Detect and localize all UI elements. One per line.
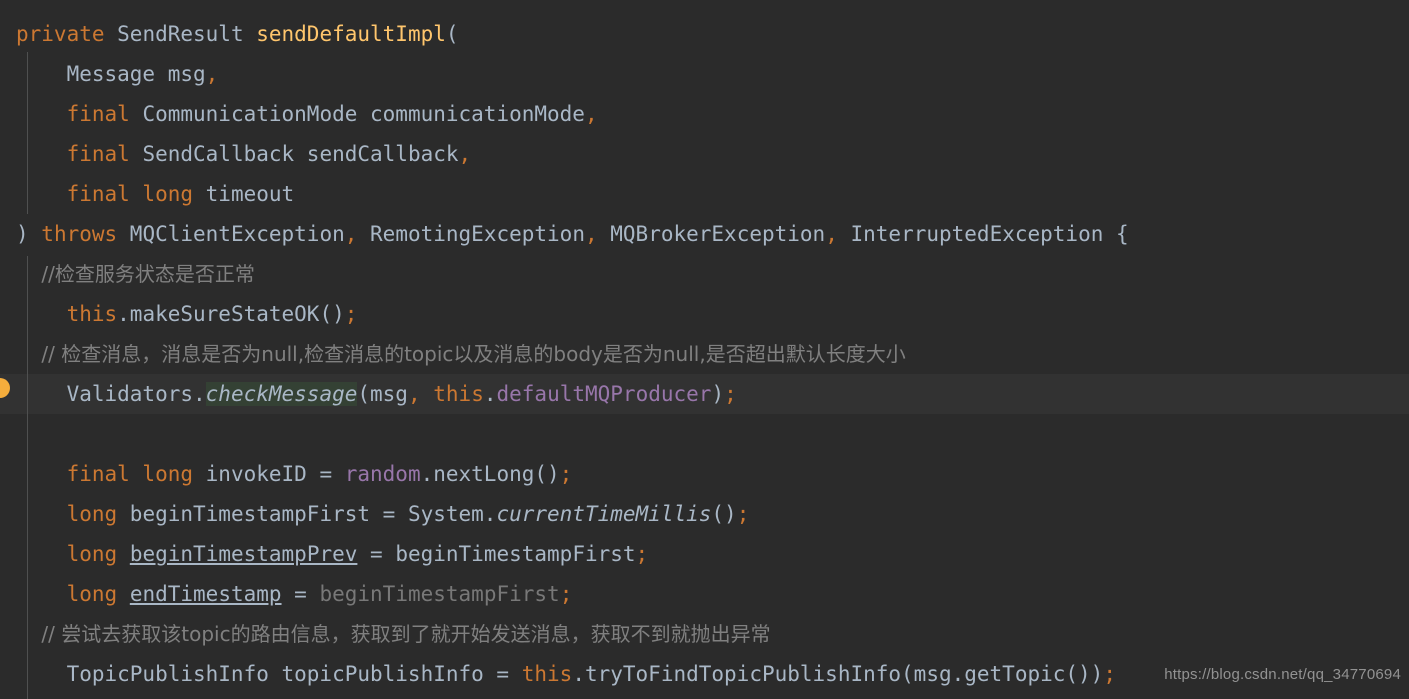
- code-token: .: [483, 382, 497, 406]
- code-token: long: [66, 582, 118, 606]
- code-token: (): [711, 502, 737, 526]
- code-line[interactable]: final long timeout: [0, 174, 1409, 214]
- code-token: timeout: [193, 182, 295, 206]
- code-token: = beginTimestampFirst: [357, 542, 636, 566]
- code-token: ;: [724, 382, 737, 406]
- code-token: ,: [205, 62, 219, 86]
- code-token: ,: [584, 222, 598, 246]
- code-token: final long: [66, 182, 194, 206]
- code-token: (msg: [357, 382, 408, 406]
- code-token: //检查服务状态是否正常: [16, 262, 255, 286]
- code-line[interactable]: Message msg,: [0, 54, 1409, 94]
- code-line[interactable]: this.makeSureStateOK();: [0, 294, 1409, 334]
- code-token: defaultMQProducer: [496, 382, 712, 406]
- code-token: .tryToFindTopicPublishInfo(msg.getTopic(…: [572, 662, 1104, 686]
- code-token: MQClientException: [117, 222, 345, 246]
- code-token: ,: [344, 222, 358, 246]
- code-token: private: [16, 22, 105, 46]
- code-token: ,: [825, 222, 838, 246]
- code-token: sendDefaultImpl: [256, 22, 446, 46]
- code-token: final long: [66, 462, 194, 486]
- code-line[interactable]: long beginTimestampPrev = beginTimestamp…: [0, 534, 1409, 574]
- code-token: .makeSureStateOK(): [117, 302, 345, 326]
- code-line[interactable]: final CommunicationMode communicationMod…: [0, 94, 1409, 134]
- code-line[interactable]: [0, 414, 1409, 454]
- code-token: beginTimestampFirst: [319, 582, 560, 606]
- code-token: ): [16, 222, 42, 246]
- code-token: invokeID =: [193, 462, 345, 486]
- code-editor[interactable]: private SendResult sendDefaultImpl( Mess…: [0, 0, 1409, 699]
- code-token: final: [66, 102, 130, 126]
- code-token: RemotingException: [357, 222, 585, 246]
- code-line[interactable]: private SendResult sendDefaultImpl(: [0, 14, 1409, 54]
- code-token: CommunicationMode communicationMode: [129, 102, 585, 126]
- code-token: random: [344, 462, 421, 486]
- code-token: endTimestamp: [129, 582, 282, 606]
- code-line[interactable]: final long invokeID = random.nextLong();: [0, 454, 1409, 494]
- code-token: ;: [559, 582, 573, 606]
- code-token: ,: [458, 142, 472, 166]
- code-token: // 检查消息，消息是否为null,检查消息的topic以及消息的body是否为…: [16, 342, 906, 366]
- code-token: // 尝试去获取该topic的路由信息，获取到了就开始发送消息，获取不到就抛出异…: [16, 622, 771, 646]
- code-token: TopicPublishInfo topicPublishInfo =: [16, 662, 522, 686]
- code-token: =: [281, 582, 320, 606]
- code-token: (: [445, 22, 459, 46]
- code-token: this: [66, 302, 118, 326]
- code-token: ,: [584, 102, 598, 126]
- code-line[interactable]: Validators.checkMessage(msg, this.defaul…: [0, 374, 1409, 414]
- code-token: ;: [344, 302, 358, 326]
- code-line[interactable]: long beginTimestampFirst = System.curren…: [0, 494, 1409, 534]
- code-token: Validators.: [16, 382, 206, 406]
- code-line[interactable]: //检查服务状态是否正常: [0, 254, 1409, 294]
- code-token: long: [66, 502, 118, 526]
- code-line[interactable]: // 检查消息，消息是否为null,检查消息的topic以及消息的body是否为…: [0, 334, 1409, 374]
- code-token: final: [66, 142, 130, 166]
- watermark-url: https://blog.csdn.net/qq_34770694: [1164, 666, 1401, 683]
- code-line[interactable]: final SendCallback sendCallback,: [0, 134, 1409, 174]
- code-line[interactable]: ) throws MQClientException, RemotingExce…: [0, 214, 1409, 254]
- code-token: long: [66, 542, 118, 566]
- code-token: .nextLong(): [420, 462, 560, 486]
- code-token: MQBrokerException: [597, 222, 826, 246]
- code-token: Message msg: [16, 62, 206, 86]
- code-token: ;: [736, 502, 750, 526]
- code-token: this: [433, 382, 484, 406]
- code-token: beginTimestampPrev: [129, 542, 358, 566]
- code-token: checkMessage: [205, 382, 358, 406]
- code-token: this: [521, 662, 573, 686]
- code-token: beginTimestampFirst = System.: [117, 502, 497, 526]
- code-line[interactable]: long endTimestamp = beginTimestampFirst;: [0, 574, 1409, 614]
- code-token: SendCallback sendCallback: [129, 142, 459, 166]
- code-line[interactable]: // 尝试去获取该topic的路由信息，获取到了就开始发送消息，获取不到就抛出异…: [0, 614, 1409, 654]
- code-token: ;: [559, 462, 573, 486]
- code-token: ;: [1103, 662, 1116, 686]
- code-content[interactable]: private SendResult sendDefaultImpl( Mess…: [0, 0, 1409, 694]
- code-token: throws: [41, 222, 118, 246]
- code-token: currentTimeMillis: [496, 502, 712, 526]
- code-token: SendResult: [104, 22, 257, 46]
- code-token: InterruptedException {: [837, 222, 1129, 246]
- code-token: ;: [635, 542, 649, 566]
- code-token: ): [711, 382, 725, 406]
- code-token: ,: [407, 382, 421, 406]
